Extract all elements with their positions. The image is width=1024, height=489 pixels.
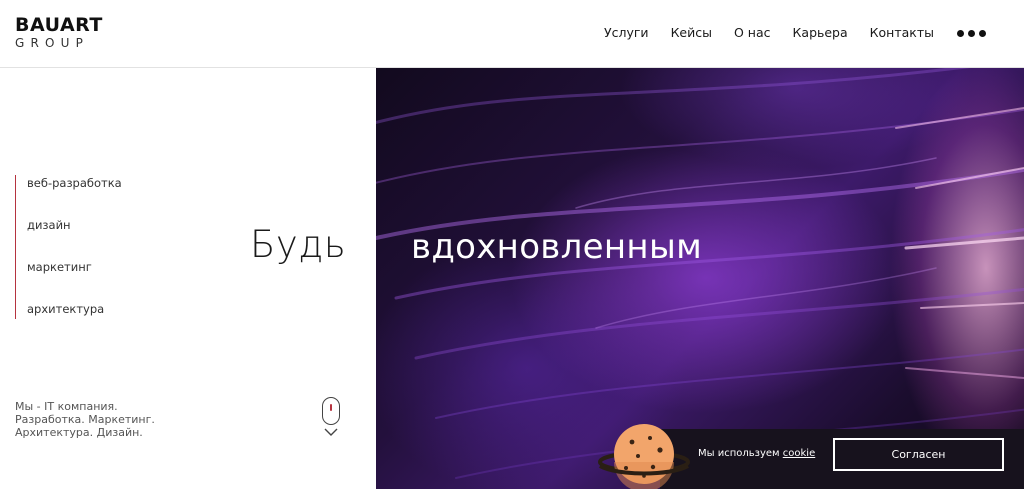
about-line: Архитектура. Дизайн. (15, 426, 143, 439)
category-item-design[interactable]: дизайн (27, 217, 122, 259)
logo-sub-text: GROUP (15, 36, 90, 50)
logo[interactable]: BAUART GROUP (15, 15, 103, 50)
left-pane: веб-разработка дизайн маркетинг архитект… (0, 69, 376, 489)
hero-background-art (376, 68, 1024, 479)
planet-cookie-icon (598, 424, 690, 489)
hero-banner: вдохновленным (376, 68, 1024, 489)
ellipsis-icon[interactable] (957, 30, 986, 37)
scroll-mouse-icon[interactable] (322, 397, 340, 425)
chevron-down-icon[interactable] (324, 428, 338, 437)
nav-item-about[interactable]: О нас (734, 25, 771, 41)
category-item-web[interactable]: веб-разработка (27, 175, 122, 217)
headline-part-1: Будь (250, 223, 347, 266)
headline-part-2: вдохновленным (411, 227, 703, 267)
dot (968, 30, 975, 37)
dot (957, 30, 964, 37)
nav-item-cases[interactable]: Кейсы (671, 25, 712, 41)
nav-item-contacts[interactable]: Контакты (870, 25, 934, 41)
site-header: BAUART GROUP Услуги Кейсы О нас Карьера … (0, 0, 1024, 68)
cookie-text: Мы используем cookie (698, 447, 815, 461)
category-item-architecture[interactable]: архитектура (27, 301, 122, 343)
mouse-wheel (330, 404, 333, 411)
cookie-banner: Мы используем cookie Согласен (660, 429, 1024, 489)
category-list: веб-разработка дизайн маркетинг архитект… (15, 175, 122, 319)
logo-main-text: BAUART (15, 14, 103, 36)
nav-item-career[interactable]: Карьера (793, 25, 848, 41)
about-line: Разработка. Маркетинг. (15, 413, 155, 426)
cookie-text-prefix: Мы используем (698, 448, 783, 459)
company-about: Мы - IT компания. Разработка. Маркетинг.… (15, 400, 155, 439)
about-line: Мы - IT компания. (15, 400, 118, 413)
cookie-link[interactable]: cookie (783, 448, 815, 459)
dot (979, 30, 986, 37)
accept-cookies-button[interactable]: Согласен (833, 438, 1004, 471)
main-nav: Услуги Кейсы О нас Карьера Контакты (582, 25, 934, 41)
nav-item-services[interactable]: Услуги (604, 25, 649, 41)
category-item-marketing[interactable]: маркетинг (27, 259, 122, 301)
